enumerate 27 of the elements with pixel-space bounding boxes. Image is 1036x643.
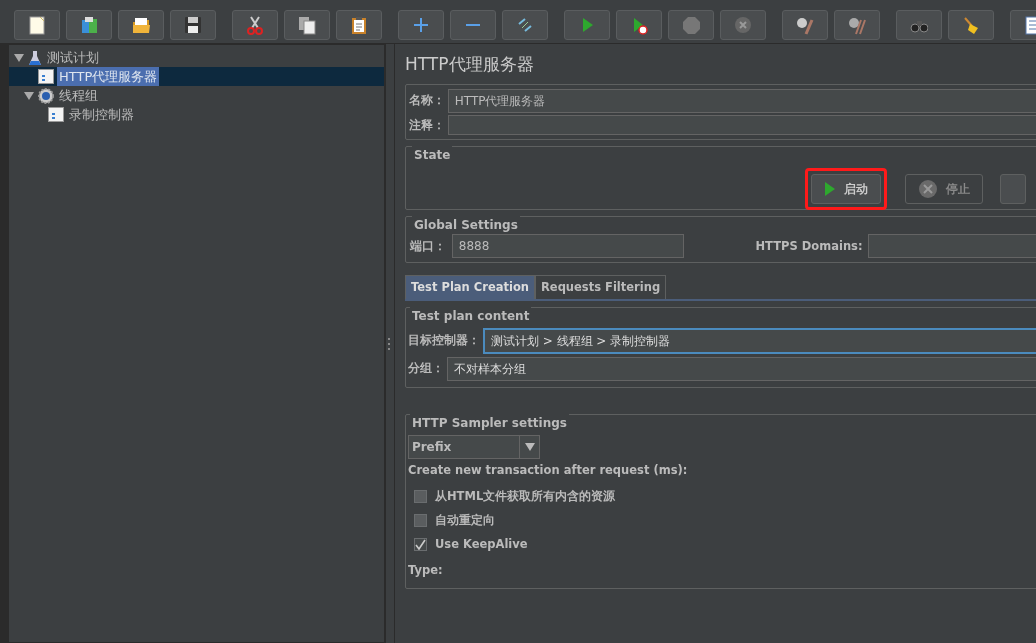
field-label: 注释： [407,116,445,134]
field-label: Type: [408,562,444,580]
tab[interactable]: Test Plan Creation [405,274,535,299]
section-legend: Test plan content [410,306,532,325]
tree-item[interactable]: 录制控制器 [67,104,136,125]
field-label: 分组： [408,360,444,377]
field-label: HTTPS Domains: [755,237,863,255]
section-legend: HTTP Sampler settings [410,413,569,432]
tree-item[interactable]: 测试计划 [45,47,101,68]
target-controller-field[interactable]: 测试计划 > 线程组 > 录制控制器 [482,327,1036,354]
prefix-dropdown[interactable]: Prefix [408,434,540,459]
grouping-dropdown[interactable]: 不对样本分组 [446,356,1036,381]
tree-item[interactable]: HTTP代理服务器 [57,66,160,87]
checkbox-label: 从HTML文件获取所有内含的资源 [435,488,616,505]
field-label: 端口： [410,237,446,255]
field-label: 目标控制器： [408,332,480,350]
field-label: 名称： [407,91,445,109]
start-button[interactable]: 启动 [811,174,881,205]
field-label: Create new transaction after request (ms): [408,461,689,479]
panel-title: HTTP代理服务器 [405,53,535,76]
section-legend: Global Settings [412,215,520,234]
checkbox-label: 自动重定向 [435,512,495,529]
name-field[interactable]: HTTP代理服务器 [447,88,1036,113]
port-field[interactable]: 8888 [451,234,684,259]
checkbox-label: Use KeepAlive [435,536,528,553]
tree-item[interactable]: 线程组 [57,85,100,106]
tab[interactable]: Requests Filtering [535,274,667,299]
